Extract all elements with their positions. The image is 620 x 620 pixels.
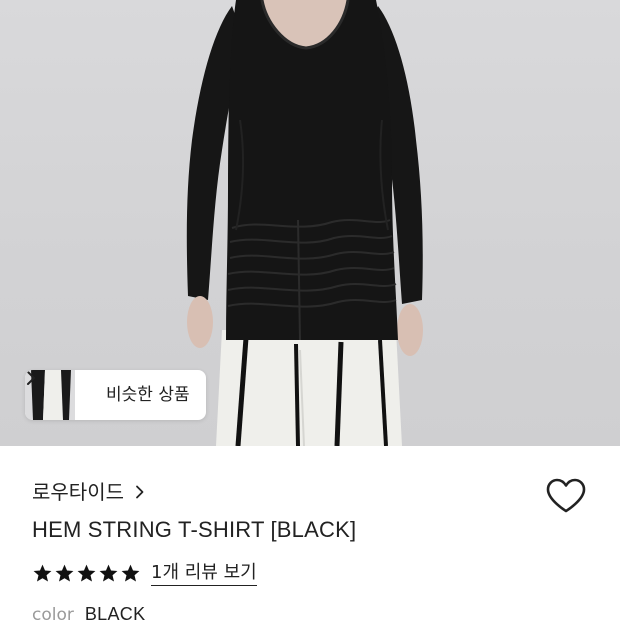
product-title: HEM STRING T-SHIRT [BLACK] [32, 517, 357, 542]
similar-products-button[interactable]: 비슷한 상품 [25, 370, 206, 420]
brand-link[interactable]: 로우타이드 [32, 479, 145, 505]
view-reviews-link[interactable]: 1개 리뷰 보기 [151, 561, 257, 586]
chevron-right-icon [27, 371, 35, 385]
color-value: BLACK [84, 604, 146, 620]
star-icon [33, 564, 52, 582]
product-detail-page: 비슷한 상품 로우타이드 HEM STRING T-SHIRT [BLACK] … [0, 0, 620, 620]
color-option-row: color BLACK [32, 604, 145, 620]
product-photo[interactable]: 비슷한 상품 [0, 0, 620, 446]
star-icon [77, 564, 96, 582]
star-icon [55, 564, 74, 582]
rating-row: 1개 리뷰 보기 [32, 559, 257, 587]
star-icon [99, 564, 118, 582]
similar-products-label: 비슷한 상품 [106, 385, 190, 405]
brand-name: 로우타이드 [32, 480, 124, 504]
star-rating [32, 563, 142, 584]
chevron-right-icon [136, 485, 144, 499]
heart-outline-icon[interactable] [545, 477, 587, 515]
color-label: color [32, 605, 74, 620]
star-icon [121, 564, 140, 582]
